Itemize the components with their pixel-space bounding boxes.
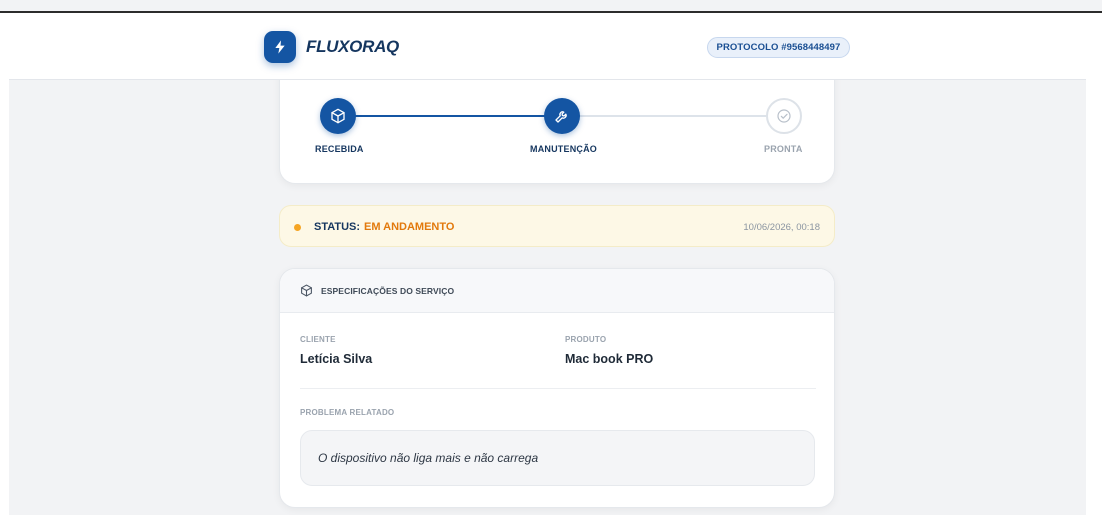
product-label: PRODUTO xyxy=(565,335,607,344)
problem-description-box: O dispositivo não liga mais e não carreg… xyxy=(300,430,815,486)
wrench-icon xyxy=(555,111,567,123)
status-bar: STATUS: EM ANDAMENTO 10/06/2026, 00:18 xyxy=(279,205,835,247)
top-header: FLUXORAQ PROTOCOLO #9568448497 xyxy=(9,13,1086,80)
logo-badge[interactable] xyxy=(264,31,296,63)
status-value: EM ANDAMENTO xyxy=(364,221,455,233)
brand-name[interactable]: FLUXORAQ xyxy=(306,37,399,57)
spec-divider xyxy=(300,388,816,389)
step-ready-label: PRONTA xyxy=(764,144,803,154)
progress-tracker: RECEBIDA MANUTENÇÃO PRONTA xyxy=(279,70,835,184)
step-received-circle xyxy=(320,98,356,134)
protocol-badge: PROTOCOLO #9568448497 xyxy=(707,37,850,58)
left-frame xyxy=(0,13,9,515)
box-icon xyxy=(331,108,345,124)
spec-card-header: ESPECIFICAÇÕES DO SERVIÇO xyxy=(280,269,834,313)
lightning-icon xyxy=(275,40,285,54)
status-dot xyxy=(294,224,301,231)
problem-description: O dispositivo não liga mais e não carreg… xyxy=(318,451,539,465)
problem-label: PROBLEMA RELATADO xyxy=(300,408,395,417)
client-value: Letícia Silva xyxy=(300,352,373,366)
check-circle-icon xyxy=(777,109,791,123)
step-received-label: RECEBIDA xyxy=(315,144,364,154)
client-label: CLIENTE xyxy=(300,335,336,344)
service-spec-card: ESPECIFICAÇÕES DO SERVIÇO CLIENTE Letíci… xyxy=(279,268,835,508)
step-maintenance-circle xyxy=(544,98,580,134)
product-value: Mac book PRO xyxy=(565,352,654,366)
step-maintenance-label: MANUTENÇÃO xyxy=(530,144,597,154)
step-ready-circle xyxy=(766,98,802,134)
progress-line-pending xyxy=(578,115,766,117)
progress-line-completed xyxy=(352,115,556,117)
status-label: STATUS: xyxy=(314,221,361,233)
box-icon xyxy=(301,284,312,297)
status-timestamp: 10/06/2026, 00:18 xyxy=(743,222,820,233)
spec-card-title: ESPECIFICAÇÕES DO SERVIÇO xyxy=(321,286,455,296)
right-frame xyxy=(1086,13,1102,515)
